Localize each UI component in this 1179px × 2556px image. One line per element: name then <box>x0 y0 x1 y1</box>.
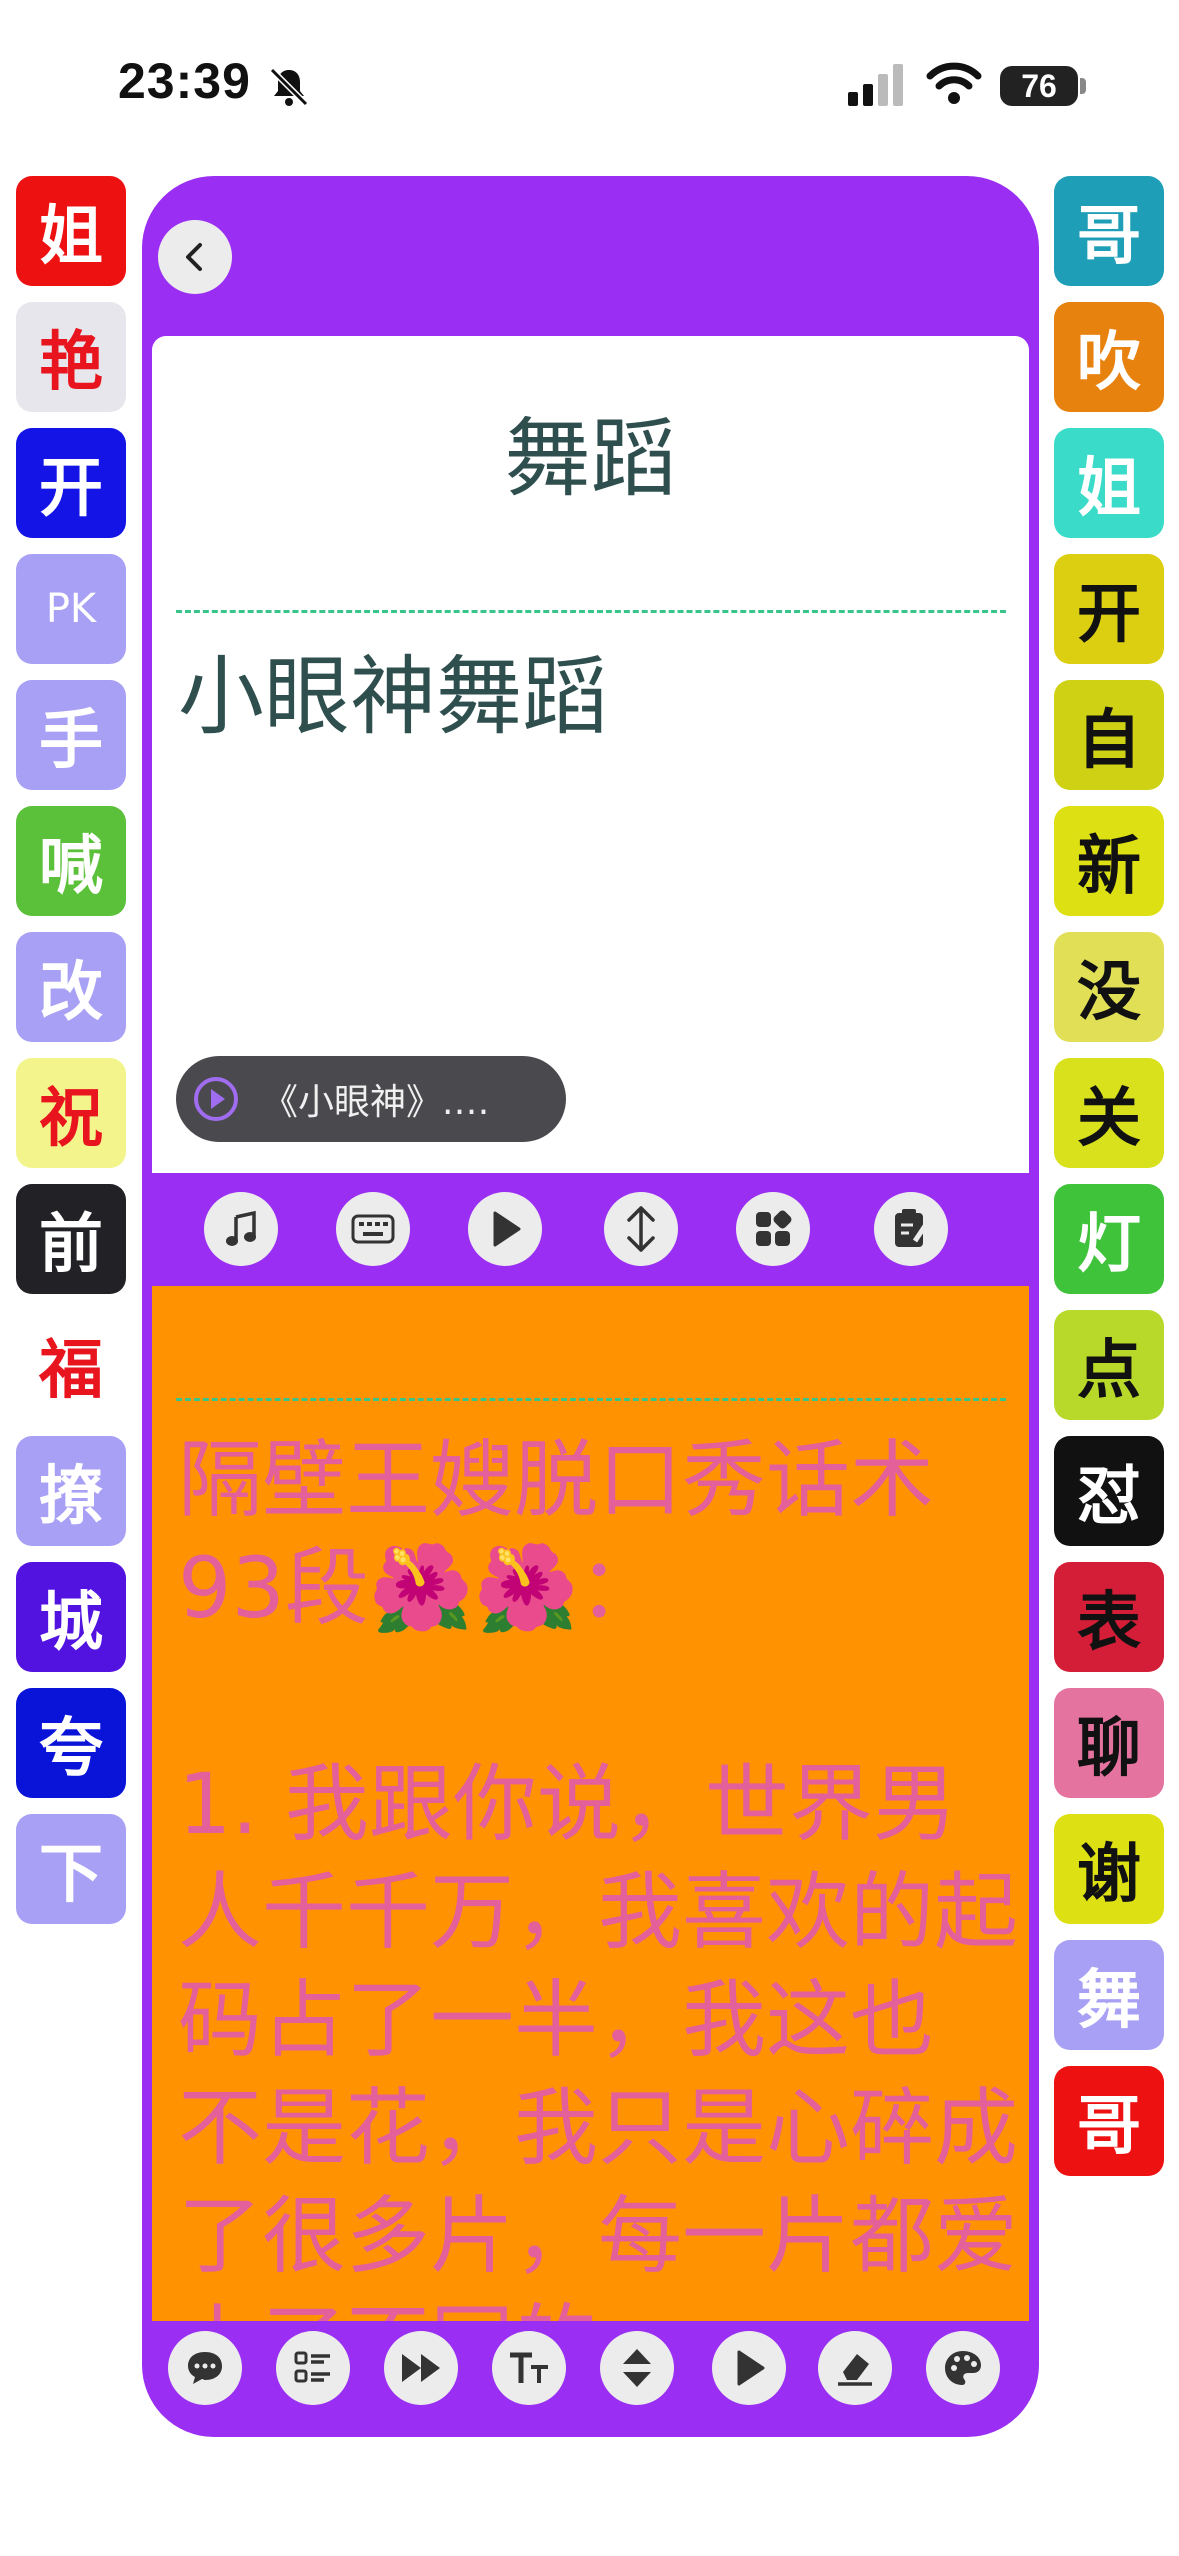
left-tile-13[interactable]: 下 <box>16 1814 126 1924</box>
left-tile-column: 姐艳开 PK 手喊改祝前福撩城夸下 <box>16 176 126 1940</box>
title-card: 舞蹈 小眼神舞蹈 《小眼神》.… <box>152 336 1029 1173</box>
right-tile-15[interactable]: 哥 <box>1054 2066 1164 2176</box>
right-tile-1[interactable]: 吹 <box>1054 302 1164 412</box>
scroll-button[interactable] <box>604 1192 678 1266</box>
chat-bubble-icon <box>188 2352 222 2384</box>
play-icon <box>493 1211 521 1247</box>
upper-toolbar <box>142 1192 1039 1272</box>
left-tile-10[interactable]: 撩 <box>16 1436 126 1546</box>
right-tile-0[interactable]: 哥 <box>1054 176 1164 286</box>
left-tile-5[interactable]: 喊 <box>16 806 126 916</box>
left-tile-2[interactable]: 开 <box>16 428 126 538</box>
right-tile-5[interactable]: 新 <box>1054 806 1164 916</box>
left-tile-4[interactable]: 手 <box>16 680 126 790</box>
right-tile-3[interactable]: 开 <box>1054 554 1164 664</box>
fast-forward-button[interactable] <box>384 2331 458 2405</box>
play-all-button[interactable] <box>712 2331 786 2405</box>
left-tile-1[interactable]: 艳 <box>16 302 126 412</box>
list-icon <box>294 2351 330 2383</box>
list-button[interactable] <box>276 2331 350 2405</box>
left-tile-9[interactable]: 福 <box>16 1310 126 1420</box>
right-tile-14[interactable]: 舞 <box>1054 1940 1164 2050</box>
bell-muted-icon <box>269 67 309 107</box>
eraser-button[interactable] <box>818 2331 892 2405</box>
left-tile-11[interactable]: 城 <box>16 1562 126 1672</box>
music-note-icon <box>226 1210 256 1246</box>
right-tile-8[interactable]: 灯 <box>1054 1184 1164 1294</box>
left-tile-3[interactable]: PK <box>16 554 126 664</box>
play-circle-icon[interactable] <box>192 1075 240 1123</box>
right-tile-7[interactable]: 关 <box>1054 1058 1164 1168</box>
chevron-left-icon <box>186 243 202 271</box>
fast-forward-icon <box>402 2354 440 2382</box>
right-tile-12[interactable]: 聊 <box>1054 1688 1164 1798</box>
clipboard-edit-icon <box>895 1209 930 1247</box>
theme-button[interactable] <box>926 2331 1000 2405</box>
text-size-icon <box>510 2352 548 2383</box>
bottom-toolbar <box>142 2331 1039 2411</box>
font-size-button[interactable] <box>492 2331 566 2405</box>
left-tile-6[interactable]: 改 <box>16 932 126 1042</box>
left-tile-7[interactable]: 祝 <box>16 1058 126 1168</box>
battery-indicator: 76 <box>1000 66 1078 106</box>
status-time: 23:39 <box>118 53 251 109</box>
play-button[interactable] <box>468 1192 542 1266</box>
right-tile-2[interactable]: 姐 <box>1054 428 1164 538</box>
eraser-icon <box>838 2354 872 2386</box>
right-tile-6[interactable]: 没 <box>1054 932 1164 1042</box>
sort-button[interactable] <box>600 2331 674 2405</box>
grid-icon <box>756 1210 792 1246</box>
content-text: 隔壁王嫂脱口秀话术93段🌺🌺： 1. 我跟你说，世界男人千千万，我喜欢的起码占了… <box>178 1431 1019 2321</box>
chat-button[interactable] <box>168 2331 242 2405</box>
cellular-signal-icon <box>848 64 903 106</box>
back-button[interactable] <box>158 220 232 294</box>
main-panel: 舞蹈 小眼神舞蹈 《小眼神》.… 隔壁王嫂脱口秀话术93段🌺🌺： 1. 我跟你说… <box>142 176 1039 2437</box>
play-icon <box>737 2350 765 2386</box>
keyboard-icon <box>351 1214 395 1244</box>
music-button[interactable] <box>204 1192 278 1266</box>
left-tile-8[interactable]: 前 <box>16 1184 126 1294</box>
right-tile-9[interactable]: 点 <box>1054 1310 1164 1420</box>
keyboard-button[interactable] <box>336 1192 410 1266</box>
divider <box>176 610 1006 613</box>
music-player-pill[interactable]: 《小眼神》.… <box>176 1056 566 1142</box>
content-card: 隔壁王嫂脱口秀话术93段🌺🌺： 1. 我跟你说，世界男人千千万，我喜欢的起码占了… <box>152 1286 1029 2321</box>
right-tile-11[interactable]: 表 <box>1054 1562 1164 1672</box>
apps-button[interactable] <box>736 1192 810 1266</box>
music-title: 《小眼神》.… <box>262 1082 490 1123</box>
right-tile-4[interactable]: 自 <box>1054 680 1164 790</box>
notes-button[interactable] <box>874 1192 948 1266</box>
right-tile-10[interactable]: 怼 <box>1054 1436 1164 1546</box>
page-title: 舞蹈 <box>504 409 677 509</box>
sort-arrows-icon <box>623 2349 651 2387</box>
right-tile-13[interactable]: 谢 <box>1054 1814 1164 1924</box>
right-tile-column: 哥吹姐开自新没关灯点怼表聊谢舞哥 <box>1054 176 1164 2192</box>
divider <box>176 1398 1006 1401</box>
left-tile-12[interactable]: 夸 <box>16 1688 126 1798</box>
dance-name: 小眼神舞蹈 <box>178 647 608 747</box>
palette-icon <box>945 2351 981 2385</box>
left-tile-0[interactable]: 姐 <box>16 176 126 286</box>
wifi-icon <box>926 62 982 104</box>
battery-tip <box>1080 78 1086 94</box>
vertical-arrows-icon <box>627 1206 655 1252</box>
